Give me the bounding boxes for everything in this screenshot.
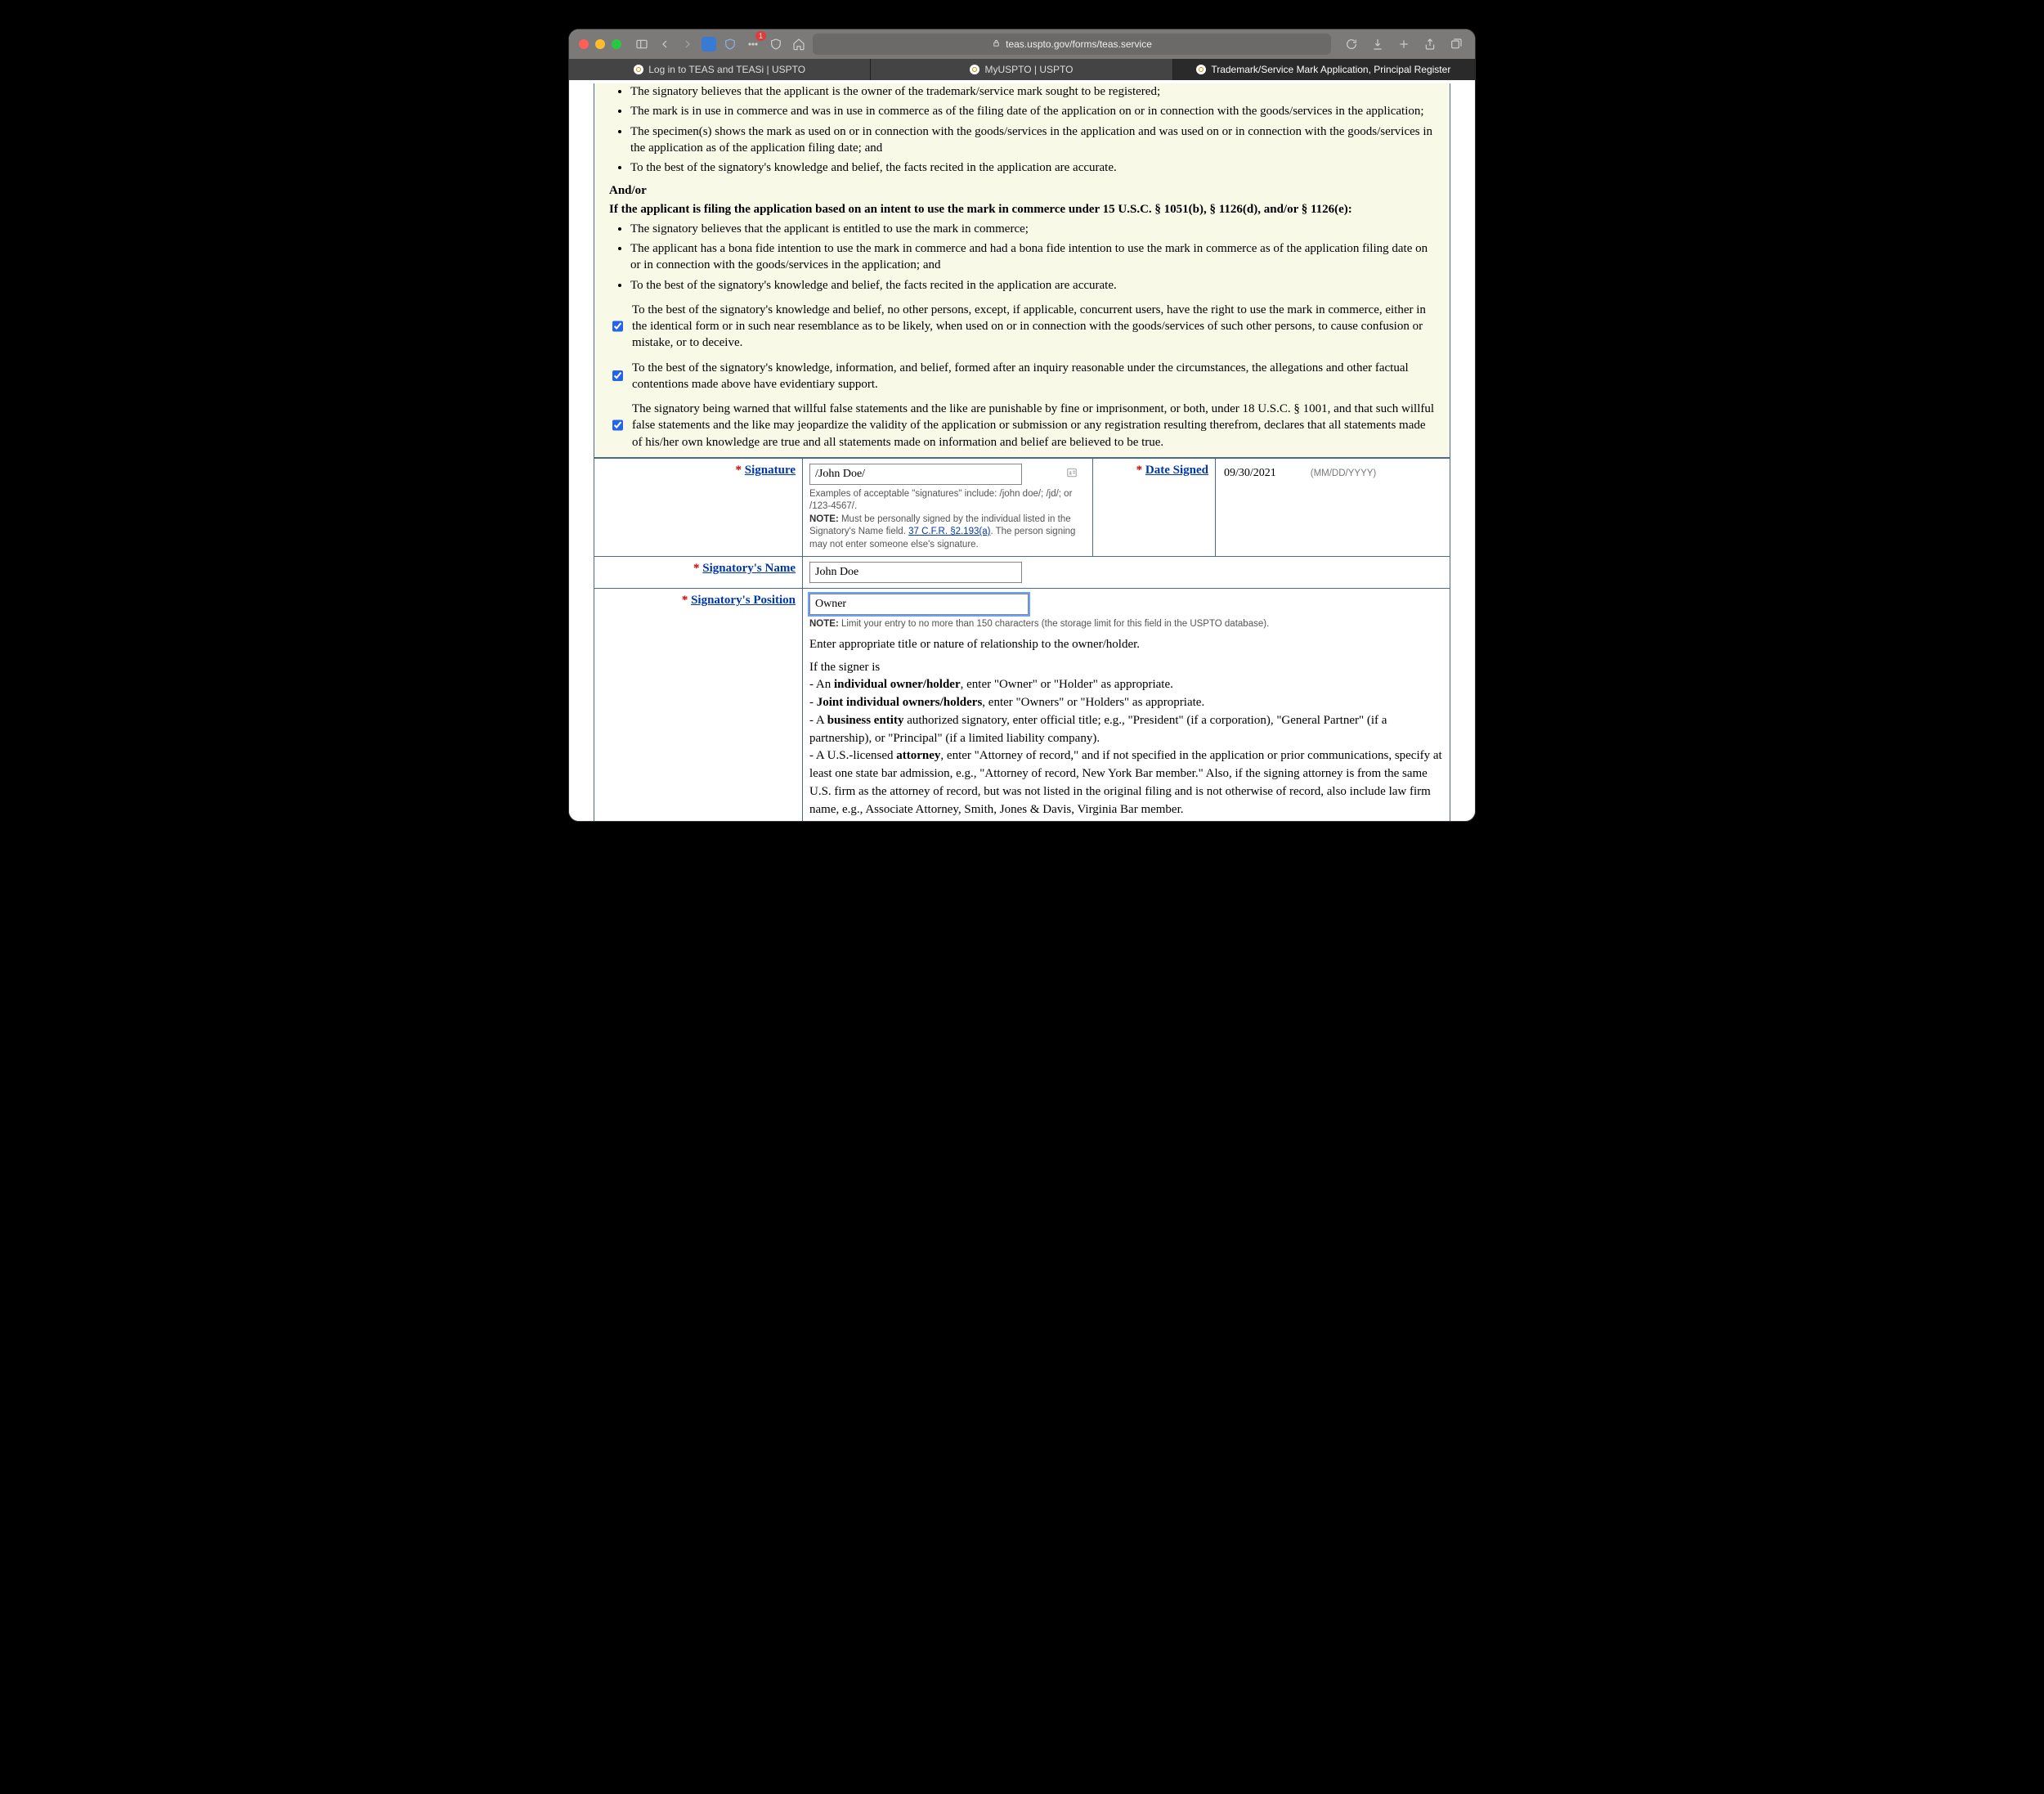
declaration-checkbox-1[interactable] [612,303,623,349]
list-item: The specimen(s) shows the mark as used o… [630,123,1435,157]
adblock-icon[interactable] [702,37,716,52]
checkbox-text: To the best of the signatory's knowledge… [632,302,1435,352]
andor-label: And/or [609,184,647,197]
list-item: To the best of the signatory's knowledge… [630,277,1435,294]
declaration-list-use: The signatory believes that the applican… [609,83,1435,176]
tab-login[interactable]: Log in to TEAS and TEASi | USPTO [569,59,871,80]
cfr-link[interactable]: 37 C.F.R. §2.193(a) [908,527,990,536]
close-icon[interactable] [579,39,589,49]
share-icon[interactable] [1421,35,1439,53]
contacts-icon[interactable] [1066,467,1081,482]
lock-icon [992,38,1001,50]
list-item: To the best of the signatory's knowledge… [630,159,1435,176]
signatory-position-label[interactable]: Signatory's Position [691,594,796,607]
forward-icon[interactable] [679,35,697,53]
declaration-panel: The signatory believes that the applican… [594,83,1450,458]
downloads-icon[interactable] [1369,35,1387,53]
signatory-position-input[interactable] [809,594,1029,615]
sig-help-note-label: NOTE: [809,514,839,524]
date-format-hint: (MM/DD/YYYY) [1311,469,1377,478]
address-bar[interactable]: teas.uspto.gov/forms/teas.service [813,34,1331,55]
declaration-checkbox-2[interactable] [612,361,623,391]
position-instructions: Enter appropriate title or nature of rel… [809,636,1443,819]
tabs-overview-icon[interactable] [1447,35,1465,53]
position-note-body: Limit your entry to no more than 150 cha… [839,619,1269,629]
signatory-name-label[interactable]: Signatory's Name [702,562,796,575]
sidebar-toggle-icon[interactable] [633,35,651,53]
signature-table: Signature Examples of acceptable "signat… [594,458,1450,821]
tab-strip: Log in to TEAS and TEASi | USPTO MyUSPTO… [569,59,1475,80]
date-signed-label[interactable]: Date Signed [1145,464,1208,477]
favicon-icon [634,65,643,74]
maximize-icon[interactable] [612,39,621,49]
tab-trademark-app[interactable]: Trademark/Service Mark Application, Prin… [1173,59,1475,80]
list-item: The signatory believes that the applican… [630,221,1435,237]
window-controls [579,39,621,49]
home-icon[interactable] [790,35,808,53]
tab-myuspto[interactable]: MyUSPTO | USPTO [871,59,1172,80]
browser-window: teas.uspto.gov/forms/teas.service Log in… [569,29,1475,821]
checkbox-text: The signatory being warned that willful … [632,401,1435,451]
minimize-icon[interactable] [595,39,605,49]
address-text: teas.uspto.gov/forms/teas.service [1006,38,1152,50]
intent-heading: If the applicant is filing the applicati… [609,203,1352,216]
list-item: The mark is in use in commerce and was i… [630,103,1435,119]
signatory-name-input[interactable] [809,562,1022,583]
tab-label: Trademark/Service Mark Application, Prin… [1211,64,1450,75]
tab-label: MyUSPTO | USPTO [984,64,1073,75]
tracking-shield-icon[interactable] [767,35,785,53]
signature-input[interactable] [809,464,1022,485]
back-icon[interactable] [656,35,674,53]
declaration-list-intent: The signatory believes that the applican… [609,221,1435,294]
date-signed-input[interactable] [1222,464,1293,483]
favicon-icon [1196,65,1206,74]
tab-label: Log in to TEAS and TEASi | USPTO [648,64,805,75]
checkbox-text: To the best of the signatory's knowledge… [632,360,1435,393]
position-intro: Enter appropriate title or nature of rel… [809,636,1443,654]
list-item: The applicant has a bona fide intention … [630,240,1435,274]
privacy-shield-icon[interactable] [721,35,739,53]
list-item: The signatory believes that the applican… [630,83,1435,100]
browser-toolbar: teas.uspto.gov/forms/teas.service [569,29,1475,59]
sig-help-examples: Examples of acceptable "signatures" incl… [809,489,1072,512]
new-tab-icon[interactable] [1395,35,1413,53]
position-if: If the signer is [809,659,1443,677]
signature-label[interactable]: Signature [745,464,796,477]
favicon-icon [970,65,979,74]
page-viewport: The signatory believes that the applican… [569,80,1475,821]
declaration-checkbox-3[interactable] [612,402,623,448]
extensions-icon[interactable] [744,35,762,53]
position-note-label: NOTE: [809,619,839,629]
reload-icon[interactable] [1342,35,1360,53]
